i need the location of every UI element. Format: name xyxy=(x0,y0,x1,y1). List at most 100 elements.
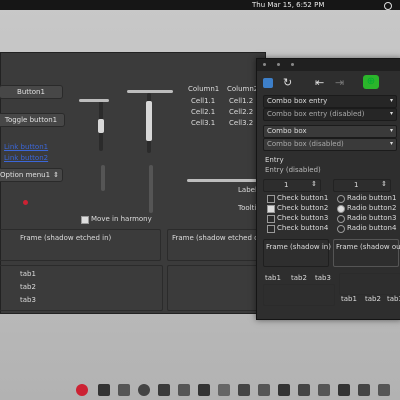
radio-button-4[interactable]: Radio button4 xyxy=(347,224,396,232)
spin-arrows-icon[interactable]: ⇕ xyxy=(381,180,387,188)
edit-icon[interactable] xyxy=(258,384,270,396)
maximize-dot-icon[interactable] xyxy=(291,63,294,66)
entry-field[interactable]: Entry xyxy=(265,156,284,164)
top-panel: Thu Mar 15, 6:52 PM xyxy=(0,0,400,10)
video-icon[interactable] xyxy=(318,384,330,396)
entry-disabled-field: Entry (disabled) xyxy=(265,166,321,174)
add-icon[interactable]: ⊕ xyxy=(363,75,379,89)
button1[interactable]: Button1 xyxy=(0,85,63,99)
terminal-icon[interactable] xyxy=(98,384,110,396)
power-app-icon[interactable] xyxy=(76,384,88,396)
hscale-top-left[interactable] xyxy=(79,99,109,102)
link-button-2[interactable]: Link button2 xyxy=(4,154,48,162)
vscale-1[interactable] xyxy=(98,101,104,151)
move-harmony-label: Move in harmony xyxy=(91,215,152,223)
check-button-1-box[interactable] xyxy=(267,195,275,203)
vscroll-2[interactable] xyxy=(149,165,153,213)
power-icon[interactable] xyxy=(384,2,392,10)
minimize-dot-icon[interactable] xyxy=(277,63,280,66)
main-window: Button1 Toggle button1 Link button1 Link… xyxy=(0,52,269,314)
table-cell: Cell2.1 xyxy=(191,108,216,116)
dialog-tab-top-3[interactable]: tab3 xyxy=(315,274,331,282)
monitor-icon[interactable] xyxy=(218,384,230,396)
table-cell: Cell1.2 xyxy=(229,97,254,105)
frame-shadow-in-label: Frame (shadow in) xyxy=(266,243,331,251)
tab-2[interactable]: tab2 xyxy=(20,283,36,291)
mail-icon[interactable] xyxy=(198,384,210,396)
harmony-checkbox[interactable] xyxy=(81,216,89,224)
red-dot-icon xyxy=(23,200,28,205)
radio-button-3[interactable]: Radio button3 xyxy=(347,214,396,222)
frame-shadow-out-label: Frame (shadow out) xyxy=(336,243,400,251)
combo-box-entry[interactable]: Combo box entry ▾ xyxy=(263,95,397,108)
check-button-3[interactable]: Check button3 xyxy=(277,214,328,222)
close-dot-icon[interactable] xyxy=(263,63,266,66)
radio-button-1-dot[interactable] xyxy=(337,195,345,203)
radio-button-3-dot[interactable] xyxy=(337,215,345,223)
files-icon[interactable] xyxy=(158,384,170,396)
dialog-notebook-bottom xyxy=(339,273,400,295)
check-button-2-box[interactable] xyxy=(267,205,275,213)
image-viewer-icon[interactable] xyxy=(118,384,130,396)
settings-icon[interactable] xyxy=(178,384,190,396)
forward-arrow-icon[interactable]: ⇥ xyxy=(335,76,344,89)
dialog-tab-bottom-3[interactable]: tab3 xyxy=(387,295,400,303)
spin-arrows-icon[interactable]: ⇕ xyxy=(311,180,317,188)
calendar-icon[interactable] xyxy=(298,384,310,396)
table-cell: Cell1.1 xyxy=(191,97,216,105)
tab-1[interactable]: tab1 xyxy=(20,270,36,278)
radio-button-1[interactable]: Radio button1 xyxy=(347,194,396,202)
spin-button-2-value: 1 xyxy=(354,181,359,189)
check-button-1[interactable]: Check button1 xyxy=(277,194,328,202)
radio-button-2[interactable]: Radio button2 xyxy=(347,204,396,212)
tab-3[interactable]: tab3 xyxy=(20,296,36,304)
refresh-icon[interactable]: ↻ xyxy=(283,76,292,89)
back-arrow-icon[interactable]: ⇤ xyxy=(315,76,324,89)
spin-button-1[interactable]: 1 ⇕ xyxy=(263,179,321,192)
radio-button-4-dot[interactable] xyxy=(337,225,345,233)
check-button-2[interactable]: Check button2 xyxy=(277,204,328,212)
check-button-4[interactable]: Check button4 xyxy=(277,224,328,232)
spin-button-2[interactable]: 1 ⇕ xyxy=(333,179,391,192)
notebook-right xyxy=(167,265,269,311)
dialog-titlebar[interactable] xyxy=(257,59,400,71)
combo-box-entry-disabled: Combo box entry (disabled) ▾ xyxy=(263,108,397,121)
dialog-tab-bottom-1[interactable]: tab1 xyxy=(341,295,357,303)
column2-header[interactable]: Column2 xyxy=(227,85,258,93)
check-button-3-box[interactable] xyxy=(267,215,275,223)
combo-box-entry-text: Combo box entry xyxy=(267,97,328,105)
column1-header[interactable]: Column1 xyxy=(188,85,219,93)
music-icon[interactable] xyxy=(278,384,290,396)
vscale-2-thumb[interactable] xyxy=(146,101,152,141)
dialog-window: ↻ ⇤ ⇥ ⊕ Combo box entry ▾ Combo box entr… xyxy=(256,58,400,320)
chevron-down-icon: ▾ xyxy=(389,140,393,147)
app-icon[interactable] xyxy=(358,384,370,396)
chevron-down-icon: ▾ xyxy=(389,127,393,134)
frame-shadow-out: Frame (shadow out) xyxy=(333,239,400,267)
check-button-4-box[interactable] xyxy=(267,225,275,233)
chevron-down-icon: ▾ xyxy=(389,110,393,117)
vscale-2[interactable] xyxy=(146,93,152,153)
play-icon[interactable] xyxy=(338,384,350,396)
clock[interactable]: Thu Mar 15, 6:52 PM xyxy=(252,1,324,9)
vscroll-1[interactable] xyxy=(101,165,105,191)
spin-button-1-value: 1 xyxy=(284,181,289,189)
dialog-tab-top-2[interactable]: tab2 xyxy=(291,274,307,282)
dialog-tab-bottom-2[interactable]: tab2 xyxy=(365,295,381,303)
option-menu[interactable]: Option menu1 ⇕ xyxy=(0,168,63,182)
link-button-1[interactable]: Link button1 xyxy=(4,143,48,151)
option-menu-label: Option menu1 xyxy=(0,171,51,179)
spin-arrows-icon: ⇕ xyxy=(53,171,59,179)
dialog-tab-top-1[interactable]: tab1 xyxy=(265,274,281,282)
window-icon[interactable] xyxy=(238,384,250,396)
notebook-left: tab1 tab2 tab3 xyxy=(0,265,163,311)
frame-etched-in-label: Frame (shadow etched in) xyxy=(20,234,112,242)
info-icon[interactable] xyxy=(263,78,273,88)
browser-icon[interactable] xyxy=(138,384,150,396)
vscale-1-thumb[interactable] xyxy=(98,119,104,133)
combo-box[interactable]: Combo box ▾ xyxy=(263,125,397,138)
toggle-button[interactable]: Toggle button1 xyxy=(0,113,65,127)
hscale-top-right[interactable] xyxy=(127,90,173,93)
trash-icon[interactable] xyxy=(378,384,390,396)
radio-button-2-dot[interactable] xyxy=(337,205,345,213)
